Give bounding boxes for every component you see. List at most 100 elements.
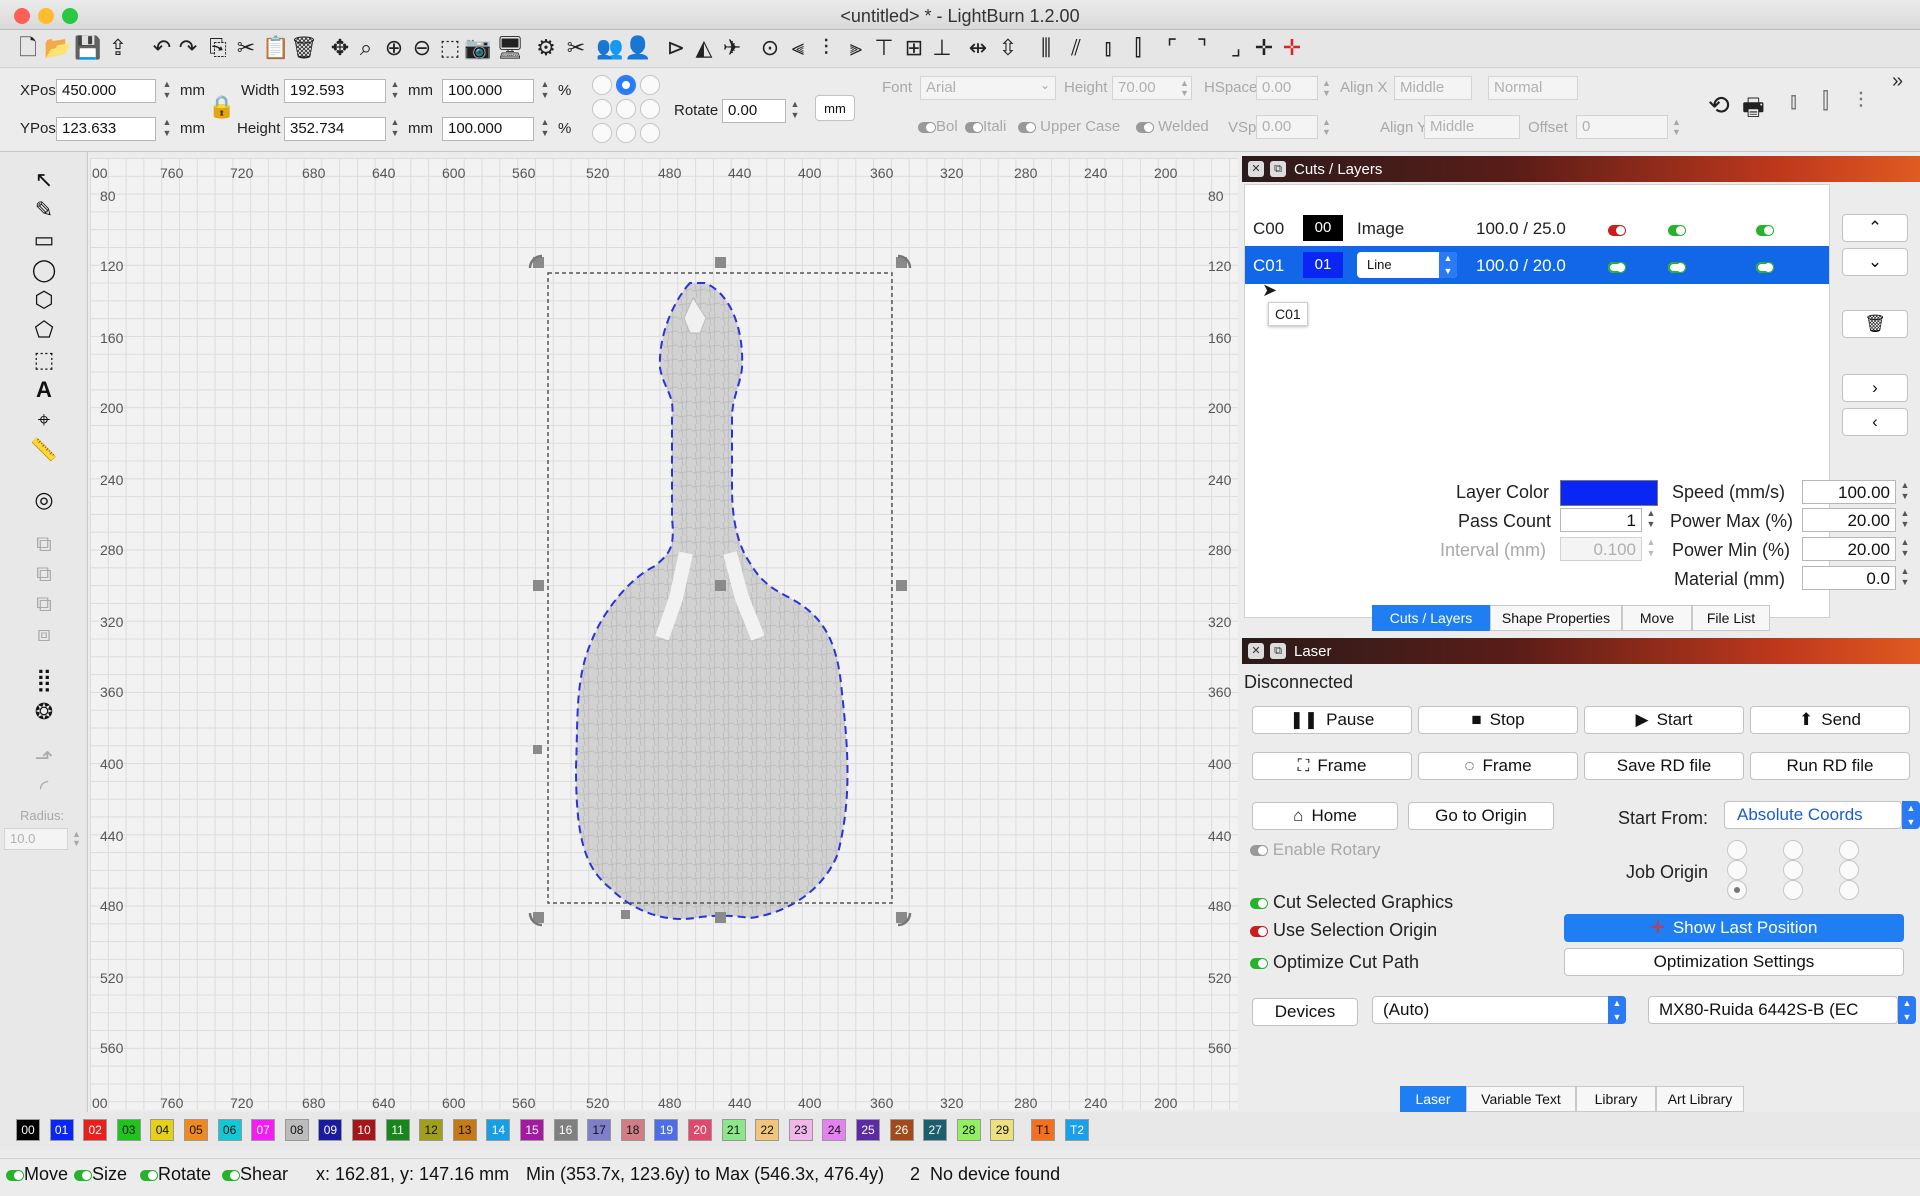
frame-rect-button[interactable]: ⛶ Frame — [1252, 752, 1412, 780]
copy-icon[interactable]: ⎘ — [204, 34, 232, 62]
tab-variable-text[interactable]: Variable Text — [1466, 1086, 1576, 1112]
tab-cuts-layers[interactable]: Cuts / Layers — [1372, 605, 1490, 631]
anchor-tl[interactable] — [592, 75, 612, 95]
home-button[interactable]: ⌂ Home — [1252, 802, 1398, 830]
origin-bc[interactable] — [1783, 880, 1803, 900]
palette-swatch-12[interactable]: 12 — [419, 1119, 444, 1141]
uppercase-toggle[interactable]: Upper Case — [1018, 118, 1120, 135]
corner-tr-icon[interactable]: ⌝ — [1188, 34, 1216, 62]
status-move-toggle[interactable]: Move — [6, 1164, 68, 1185]
boolean-intersect-icon[interactable]: ⧉ — [28, 590, 60, 618]
pass-count-stepper[interactable]: ▲ ▼ — [1644, 508, 1658, 532]
unit-toggle-button[interactable]: mm — [815, 95, 855, 121]
layer-color-swatch[interactable] — [1560, 480, 1658, 506]
anchor-bl[interactable] — [592, 123, 612, 143]
alignx-select[interactable]: Middle — [1394, 76, 1472, 100]
width-input[interactable]: 192.593 — [284, 79, 386, 103]
rotate-input[interactable]: 0.00 — [722, 99, 786, 123]
frame-circle-button[interactable]: ◌ Frame — [1418, 752, 1578, 780]
origin-tr[interactable] — [1839, 840, 1859, 860]
anchor-mr[interactable] — [640, 99, 660, 119]
offset-stepper[interactable]: ▲ ▼ — [1672, 117, 1681, 137]
printer-icon[interactable]: 🖶 — [1742, 90, 1765, 131]
palette-swatch-20[interactable]: 20 — [688, 1119, 712, 1141]
edit-nodes-icon[interactable]: ⬠ — [28, 316, 60, 344]
material-stepper[interactable]: ▲ ▼ — [1898, 566, 1912, 590]
palette-swatch-19[interactable]: 19 — [654, 1119, 679, 1141]
aligny-select[interactable]: Middle — [1424, 115, 1520, 139]
origin-bl[interactable] — [1727, 880, 1747, 900]
corner-fillet-icon[interactable]: ⬏ — [28, 744, 60, 772]
position-laser-icon[interactable]: ⬚ — [28, 346, 60, 374]
cut-row-air-toggle[interactable] — [1756, 222, 1774, 240]
corner-tl-icon[interactable]: ⌜ — [1158, 34, 1186, 62]
anchor-tr[interactable] — [640, 75, 660, 95]
move-icon[interactable]: ✥ — [326, 34, 354, 62]
stop-button[interactable]: ■ Stop — [1418, 706, 1578, 734]
align-right-icon[interactable]: ⫸ — [842, 34, 870, 62]
palette-swatch-09[interactable]: 09 — [318, 1119, 343, 1141]
pen-tool-icon[interactable]: ✎ — [28, 196, 60, 224]
cut-icon[interactable]: ✂ — [232, 34, 260, 62]
palette-swatch-28[interactable]: 28 — [956, 1119, 981, 1141]
palette-swatch-13[interactable]: 13 — [452, 1119, 477, 1141]
vspace-stepper[interactable]: ▲ ▼ — [1322, 117, 1331, 137]
cuts-close-icon[interactable]: ✕ — [1248, 161, 1264, 177]
save-icon[interactable]: 💾 — [74, 34, 102, 62]
guitar-image-shape[interactable] — [574, 282, 849, 920]
settings-icon[interactable]: ⚙ — [532, 34, 560, 62]
italic-toggle[interactable]: Itali — [965, 118, 1006, 135]
corner-round-icon[interactable]: ◜ — [28, 774, 60, 802]
palette-swatch-29[interactable]: 29 — [990, 1119, 1015, 1141]
delete-layer-button[interactable]: 🗑 — [1842, 310, 1908, 338]
align-edge-icon[interactable]: ⫶ — [1858, 88, 1864, 114]
cut-row-c01[interactable]: C01 01 Line ▲ ▼ 100.0 / 20.0 — [1245, 246, 1829, 284]
dock-icon[interactable]: ⫼ — [1032, 34, 1060, 62]
dock3-icon[interactable]: ⫾ — [1094, 34, 1122, 62]
align-v-icon[interactable]: ⫿ — [1822, 88, 1829, 114]
ypos-stepper[interactable]: ▲ ▼ — [160, 117, 174, 141]
palette-swatch-10[interactable]: 10 — [352, 1119, 376, 1141]
laser-float-icon[interactable]: ⧉ — [1270, 643, 1286, 659]
align-left-icon[interactable]: ⫷ — [784, 34, 812, 62]
circular-array-icon[interactable]: ❂ — [28, 698, 60, 726]
start-button[interactable]: ▶ Start — [1584, 706, 1744, 734]
tab-art-library[interactable]: Art Library — [1656, 1086, 1744, 1112]
group-icon[interactable]: 👥 — [596, 34, 624, 62]
power-min-stepper[interactable]: ▲ ▼ — [1898, 537, 1912, 561]
status-shear-toggle[interactable]: Shear — [222, 1164, 288, 1185]
palette-swatch-T1[interactable]: T1 — [1031, 1119, 1055, 1141]
hspace-stepper[interactable]: ▲ ▼ — [1322, 78, 1331, 98]
save-rd-button[interactable]: Save RD file — [1584, 752, 1744, 780]
optimization-settings-button[interactable]: Optimization Settings — [1564, 948, 1904, 976]
palette-swatch-08[interactable]: 08 — [284, 1119, 309, 1141]
power-min-input[interactable]: 20.00 — [1802, 537, 1896, 561]
palette-swatch-15[interactable]: 15 — [520, 1119, 544, 1141]
align-bottom-icon[interactable]: ⊥ — [928, 34, 956, 62]
polygon-tool-icon[interactable]: ⬡ — [28, 286, 60, 314]
align-top-icon[interactable]: ⊤ — [870, 34, 898, 62]
height-input[interactable]: 352.734 — [284, 117, 386, 141]
offset-input[interactable]: 0 — [1576, 115, 1668, 139]
export-icon[interactable]: ⇪ — [104, 34, 132, 62]
radius-stepper[interactable]: ▲ ▼ — [72, 830, 81, 848]
move-layer-down-button[interactable]: ⌄ — [1842, 248, 1908, 276]
select-frame-icon[interactable]: ⬚ — [436, 34, 464, 62]
offset-tool-icon[interactable]: ◎ — [28, 486, 60, 514]
cut-row-show-toggle[interactable] — [1668, 259, 1686, 277]
xpos-input[interactable]: 450.000 — [56, 79, 156, 103]
status-rotate-toggle[interactable]: Rotate — [140, 1164, 211, 1185]
speed-stepper[interactable]: ▲ ▼ — [1898, 480, 1912, 504]
palette-swatch-25[interactable]: 25 — [856, 1119, 880, 1141]
palette-swatch-23[interactable]: 23 — [788, 1119, 813, 1141]
dock4-icon[interactable]: ⫿ — [1124, 34, 1152, 62]
palette-swatch-22[interactable]: 22 — [755, 1119, 780, 1141]
laser-close-icon[interactable]: ✕ — [1248, 643, 1264, 659]
dock2-icon[interactable]: ⫽ — [1062, 34, 1090, 62]
anchor-tc[interactable] — [616, 75, 636, 95]
select-tool-icon[interactable]: ↖ — [28, 166, 60, 194]
palette-swatch-01[interactable]: 01 — [49, 1119, 74, 1141]
port-chevron-icon[interactable]: ▲ ▼ — [1608, 996, 1626, 1024]
send-icon[interactable]: ✈ — [718, 34, 746, 62]
font-style-select[interactable]: Normal — [1488, 76, 1578, 100]
